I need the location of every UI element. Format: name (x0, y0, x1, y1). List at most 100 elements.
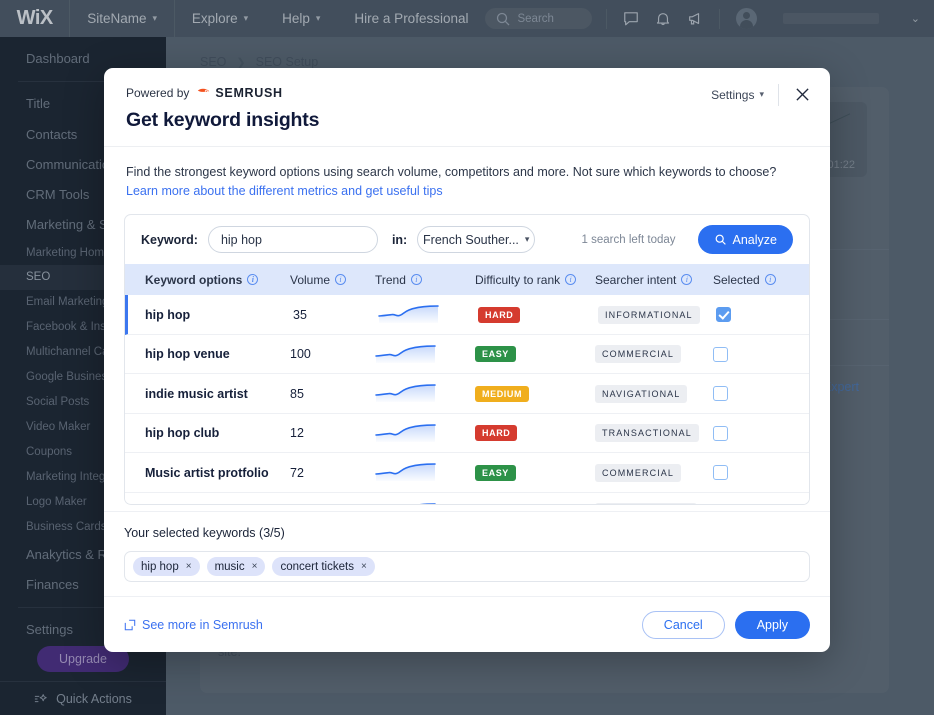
cell-trend (375, 500, 475, 505)
modal-footer: See more in Semrush Cancel Apply (104, 596, 830, 652)
selected-keywords-title: Your selected keywords (3/5) (124, 526, 810, 540)
cancel-button[interactable]: Cancel (642, 611, 725, 639)
chip-remove-icon[interactable]: × (186, 561, 192, 572)
column-header-searcher-intent[interactable]: Searcher intent i (595, 273, 713, 287)
searches-left-text: 1 search left today (582, 234, 676, 246)
cell-keyword: hip hop (128, 308, 293, 322)
see-more-in-semrush-link[interactable]: See more in Semrush (124, 618, 263, 632)
settings-label: Settings (711, 88, 754, 102)
selected-keyword-chip[interactable]: music× (207, 557, 266, 576)
column-header-trend[interactable]: Trend i (375, 273, 475, 287)
difficulty-badge: EASY (475, 346, 516, 362)
modal-header-actions: Settings ▾ (705, 83, 812, 106)
intro-text: Find the strongest keyword options using… (126, 165, 776, 179)
cell-difficulty: EASY (475, 346, 595, 362)
cell-keyword: hip hop venue (125, 347, 290, 361)
intent-badge: NAVIGATIONAL (595, 385, 687, 403)
info-icon[interactable]: i (247, 274, 258, 285)
trend-sparkline-icon (375, 381, 437, 403)
intent-badge: INFORMATIONAL (595, 503, 697, 504)
cell-volume: 72 (290, 466, 375, 480)
external-link-icon (124, 619, 136, 631)
close-icon (795, 87, 810, 102)
cell-difficulty: EASY (475, 465, 595, 481)
table-row[interactable]: indie music artist85MEDIUMNAVIGATIONAL (125, 374, 809, 414)
column-header-volume[interactable]: Volume i (290, 273, 375, 287)
region-select[interactable]: French Souther... ▾ (417, 226, 535, 253)
semrush-wordmark: SEMRUSH (215, 86, 282, 100)
cell-intent: COMMERCIAL (595, 345, 713, 363)
difficulty-badge: EASY (475, 465, 516, 481)
row-checkbox[interactable] (713, 386, 728, 401)
page-title: Get keyword insights (126, 109, 808, 132)
intro-section: Find the strongest keyword options using… (104, 147, 830, 200)
semrush-logo: SEMRUSH (196, 86, 282, 100)
selected-keyword-chip[interactable]: hip hop × (133, 557, 200, 576)
table-row[interactable]: hip hop35 HARDINFORMATIONAL (125, 295, 809, 335)
learn-more-link[interactable]: Learn more about the different metrics a… (126, 182, 808, 200)
cell-intent: INFORMATIONAL (595, 503, 713, 504)
analyze-button[interactable]: Analyze (698, 225, 793, 254)
difficulty-badge: HARD (475, 425, 517, 441)
table-row[interactable]: hip hop club12HARDTRANSACTIONAL (125, 414, 809, 454)
cell-volume: 85 (290, 387, 375, 401)
table-header-row: Keyword options i Volume i Trend i Diffi… (125, 264, 809, 295)
chevron-down-icon: ▾ (759, 89, 764, 100)
cell-volume: 35 (293, 308, 378, 322)
column-label: Trend (375, 273, 406, 287)
chip-remove-icon[interactable]: × (252, 561, 258, 572)
cell-selected (713, 386, 783, 401)
trend-sparkline-icon (375, 342, 437, 364)
selected-keyword-chip[interactable]: concert tickets × (272, 557, 374, 576)
info-icon[interactable]: i (335, 274, 346, 285)
info-icon[interactable]: i (411, 274, 422, 285)
table-row[interactable]: Music artist protfolio72EASYCOMMERCIAL (125, 453, 809, 493)
column-header-selected[interactable]: Selected i (713, 273, 783, 287)
row-checkbox[interactable] (713, 465, 728, 480)
table-body: hip hop35HARDINFORMATIONALhip hop venue1… (125, 295, 809, 504)
cell-difficulty: HARD (475, 425, 595, 441)
cell-selected (713, 465, 783, 480)
column-label: Volume (290, 273, 330, 287)
cell-selected (713, 347, 783, 362)
cell-intent: INFORMATIONAL (598, 306, 716, 324)
cell-intent: NAVIGATIONAL (595, 385, 713, 403)
row-checkbox[interactable] (713, 426, 728, 441)
semrush-mark-icon (196, 87, 211, 100)
keyword-label: Keyword: (141, 233, 198, 247)
table-row[interactable]: indie music artist85MEDIUMINFORMATIONAL (125, 493, 809, 504)
trend-sparkline-icon (378, 302, 440, 324)
cell-volume: 100 (290, 347, 375, 361)
column-label: Difficulty to rank (475, 273, 560, 287)
keyword-insights-modal: Powered by SEMRUSH Get keyword insights … (104, 68, 830, 652)
apply-button[interactable]: Apply (735, 611, 810, 639)
column-label: Keyword options (145, 273, 242, 287)
keyword-input[interactable] (208, 226, 378, 253)
intent-badge: COMMERCIAL (595, 464, 681, 482)
selected-keywords-box[interactable]: hip hop×music×concert tickets× (124, 551, 810, 582)
chip-label: concert tickets (280, 561, 354, 573)
info-icon[interactable]: i (765, 274, 776, 285)
info-icon[interactable]: i (565, 274, 576, 285)
intent-badge: COMMERCIAL (595, 345, 681, 363)
column-header-keyword-options[interactable]: Keyword options i (125, 273, 290, 287)
close-button[interactable] (779, 83, 812, 106)
row-checkbox[interactable] (713, 347, 728, 362)
cell-difficulty: HARD (478, 307, 598, 323)
table-row[interactable]: hip hop venue100 EASY COMMERCIAL (125, 335, 809, 375)
settings-button[interactable]: Settings ▾ (705, 84, 778, 106)
chip-label: hip hop (141, 561, 179, 573)
cell-trend (375, 460, 475, 485)
cell-trend (378, 302, 478, 327)
cell-trend (375, 342, 475, 367)
info-icon[interactable]: i (681, 274, 692, 285)
app-root: WiX SiteName ▾ Explore ▾ Help ▾ Hire a P… (0, 0, 934, 715)
column-header-difficulty-to-rank[interactable]: Difficulty to rank i (475, 273, 595, 287)
chip-remove-icon[interactable]: × (361, 561, 367, 572)
cell-intent: TRANSACTIONAL (595, 424, 713, 442)
cell-trend (375, 421, 475, 446)
cell-selected (716, 307, 786, 322)
trend-sparkline-icon (375, 460, 437, 482)
cell-selected (713, 426, 783, 441)
row-checkbox[interactable] (716, 307, 731, 322)
